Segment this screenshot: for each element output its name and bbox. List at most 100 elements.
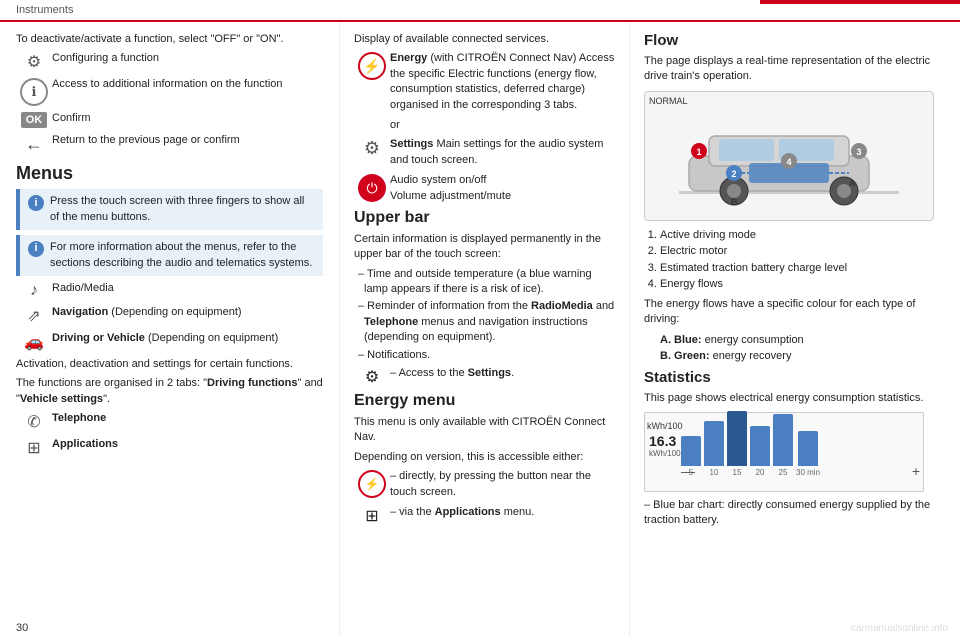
or-text: or xyxy=(390,118,615,133)
bar-rect-2 xyxy=(727,411,747,466)
ok-icon: OK xyxy=(16,112,52,128)
directly-row: ⚡ – directly, by pressing the button nea… xyxy=(354,469,615,500)
dash-item-2: – Reminder of information from the Radio… xyxy=(354,299,615,345)
dash-item-3: – Notifications. xyxy=(354,348,615,363)
chart-bar-2: 15 xyxy=(727,411,747,477)
upper-bar-text: Certain information is displayed permane… xyxy=(354,232,615,263)
audio-text: Audio system on/offVolume adjustment/mut… xyxy=(390,173,511,204)
menus-section-title: Menus xyxy=(16,163,323,184)
grid-icon-2: ⊞ xyxy=(354,506,390,526)
svg-text:A: A xyxy=(849,178,856,188)
back-arrow-icon: ← xyxy=(16,134,52,155)
header-title: Instruments xyxy=(16,4,73,16)
settings-icon: ⚙ xyxy=(354,138,390,159)
icon-row-ok: OK Confirm xyxy=(16,111,323,128)
right-column: Flow The page displays a real-time repre… xyxy=(630,22,960,636)
chart-minus: — xyxy=(681,463,695,479)
via-text: – via the Applications menu. xyxy=(390,505,534,520)
info-box-1: i Press the touch screen with three fing… xyxy=(16,189,323,230)
intro-text: To deactivate/activate a function, selec… xyxy=(16,32,323,47)
flow-text: The page displays a real-time representa… xyxy=(644,54,946,85)
normal-label: NORMAL xyxy=(649,96,688,106)
tabs-text: The functions are organised in 2 tabs: "… xyxy=(16,376,323,407)
watermark: carmanualsonline.info xyxy=(851,623,948,634)
settings-access-icon: ⚙ xyxy=(354,367,390,387)
bar-rect-5 xyxy=(798,431,818,466)
upper-bar-section-title: Upper bar xyxy=(354,209,615,227)
audio-row: ⏻ Audio system on/offVolume adjustment/m… xyxy=(354,173,615,204)
energy-chart: kWh/100 16.3 kWh/100 — 5 10 15 20 xyxy=(644,412,924,492)
settings-row: ⚙ Settings Main settings for the audio s… xyxy=(354,137,615,168)
info-box-icon-1: i xyxy=(28,195,44,211)
applications-label: Applications xyxy=(52,437,118,452)
info-box-text-1: Press the touch screen with three finger… xyxy=(50,194,315,225)
menu-item-telephone: ✆ Telephone xyxy=(16,411,323,432)
svg-text:2: 2 xyxy=(731,169,736,179)
activation-text: Activation, deactivation and settings fo… xyxy=(16,357,323,372)
via-row: ⊞ – via the Applications menu. xyxy=(354,505,615,526)
page-number: 30 xyxy=(16,622,28,634)
ok-label: Confirm xyxy=(52,111,91,126)
energy-row: ⚡ Energy (with CITROËN Connect Nav) Acce… xyxy=(354,51,615,113)
car-icon: 🚗 xyxy=(16,332,52,352)
nav-label: Navigation (Depending on equipment) xyxy=(52,305,242,320)
menu-item-nav: ⇗ Navigation (Depending on equipment) xyxy=(16,305,323,326)
chart-bar-4: 25 xyxy=(773,414,793,477)
blue-bar-text: – Blue bar chart: directly consumed ener… xyxy=(644,498,946,529)
flow-note: The energy flows have a specific colour … xyxy=(644,297,946,328)
nav-icon: ⇗ xyxy=(16,306,52,326)
bar-rect-1 xyxy=(704,421,724,466)
svg-text:3: 3 xyxy=(856,147,861,157)
info-icon: ℹ xyxy=(16,78,52,106)
display-text: Display of available connected services. xyxy=(354,32,615,47)
bar-label-3: 20 xyxy=(756,468,765,477)
chart-y-label: kWh/100 xyxy=(647,421,677,431)
menu-item-driving: 🚗 Driving or Vehicle (Depending on equip… xyxy=(16,331,323,352)
radio-label: Radio/Media xyxy=(52,281,114,296)
energy-menu-text2: Depending on version, this is accessible… xyxy=(354,450,615,465)
lettered-list: A. Blue: energy consumption B. Green: en… xyxy=(660,332,946,365)
info-box-text-2: For more information about the menus, re… xyxy=(50,240,315,271)
info-box-2: i For more information about the menus, … xyxy=(16,235,323,276)
list-item-2: Electric motor xyxy=(660,243,946,260)
chart-unit: kWh/100 xyxy=(649,449,681,458)
grid-icon: ⊞ xyxy=(16,438,52,458)
icon-row-gear: ⚙ Configuring a function xyxy=(16,51,323,72)
back-label: Return to the previous page or confirm xyxy=(52,133,240,148)
bar-label-2: 15 xyxy=(733,468,742,477)
flow-section-title: Flow xyxy=(644,32,946,49)
svg-text:1: 1 xyxy=(696,147,701,157)
settings-text: Settings Main settings for the audio sys… xyxy=(390,137,615,168)
chart-plus: + xyxy=(912,463,920,479)
bar-rect-4 xyxy=(773,414,793,466)
chart-bar-1: 10 xyxy=(704,421,724,477)
chart-value: 16.3 xyxy=(649,433,676,449)
car-diagram: NORMAL xyxy=(644,91,934,221)
chart-bar-5: 30 min xyxy=(796,431,820,477)
dash-item-1: – Time and outside temperature (a blue w… xyxy=(354,267,615,298)
directly-text: – directly, by pressing the button near … xyxy=(390,469,615,500)
bar-label-1: 10 xyxy=(710,468,719,477)
stats-text: This page shows electrical energy consum… xyxy=(644,391,946,406)
numbered-list: Active driving mode Electric motor Estim… xyxy=(660,227,946,293)
info-box-icon-2: i xyxy=(28,241,44,257)
bar-label-5: 30 min xyxy=(796,468,820,477)
icon-row-back: ← Return to the previous page or confirm xyxy=(16,133,323,155)
energy-text: Energy (with CITROËN Connect Nav) Access… xyxy=(390,51,615,113)
car-svg: 1 2 3 4 A B xyxy=(659,101,919,211)
list-item-3: Estimated traction battery charge level xyxy=(660,260,946,277)
menu-item-applications: ⊞ Applications xyxy=(16,437,323,458)
left-column: To deactivate/activate a function, selec… xyxy=(0,22,340,636)
energy-menu-text1: This menu is only available with CITROËN… xyxy=(354,415,615,446)
settings-access-text: – Access to the Settings. xyxy=(390,366,514,381)
icon-row-info: ℹ Access to additional information on th… xyxy=(16,77,323,106)
bar-rect-3 xyxy=(750,426,770,466)
list-item-a: A. Blue: energy consumption xyxy=(660,332,946,349)
power-icon: ⏻ xyxy=(354,174,390,202)
svg-text:4: 4 xyxy=(786,157,791,167)
music-icon: ♪ xyxy=(16,282,52,300)
list-item-b: B. Green: energy recovery xyxy=(660,348,946,365)
bar-rect-0 xyxy=(681,436,701,466)
bar-label-4: 25 xyxy=(779,468,788,477)
phone-icon: ✆ xyxy=(16,412,52,432)
